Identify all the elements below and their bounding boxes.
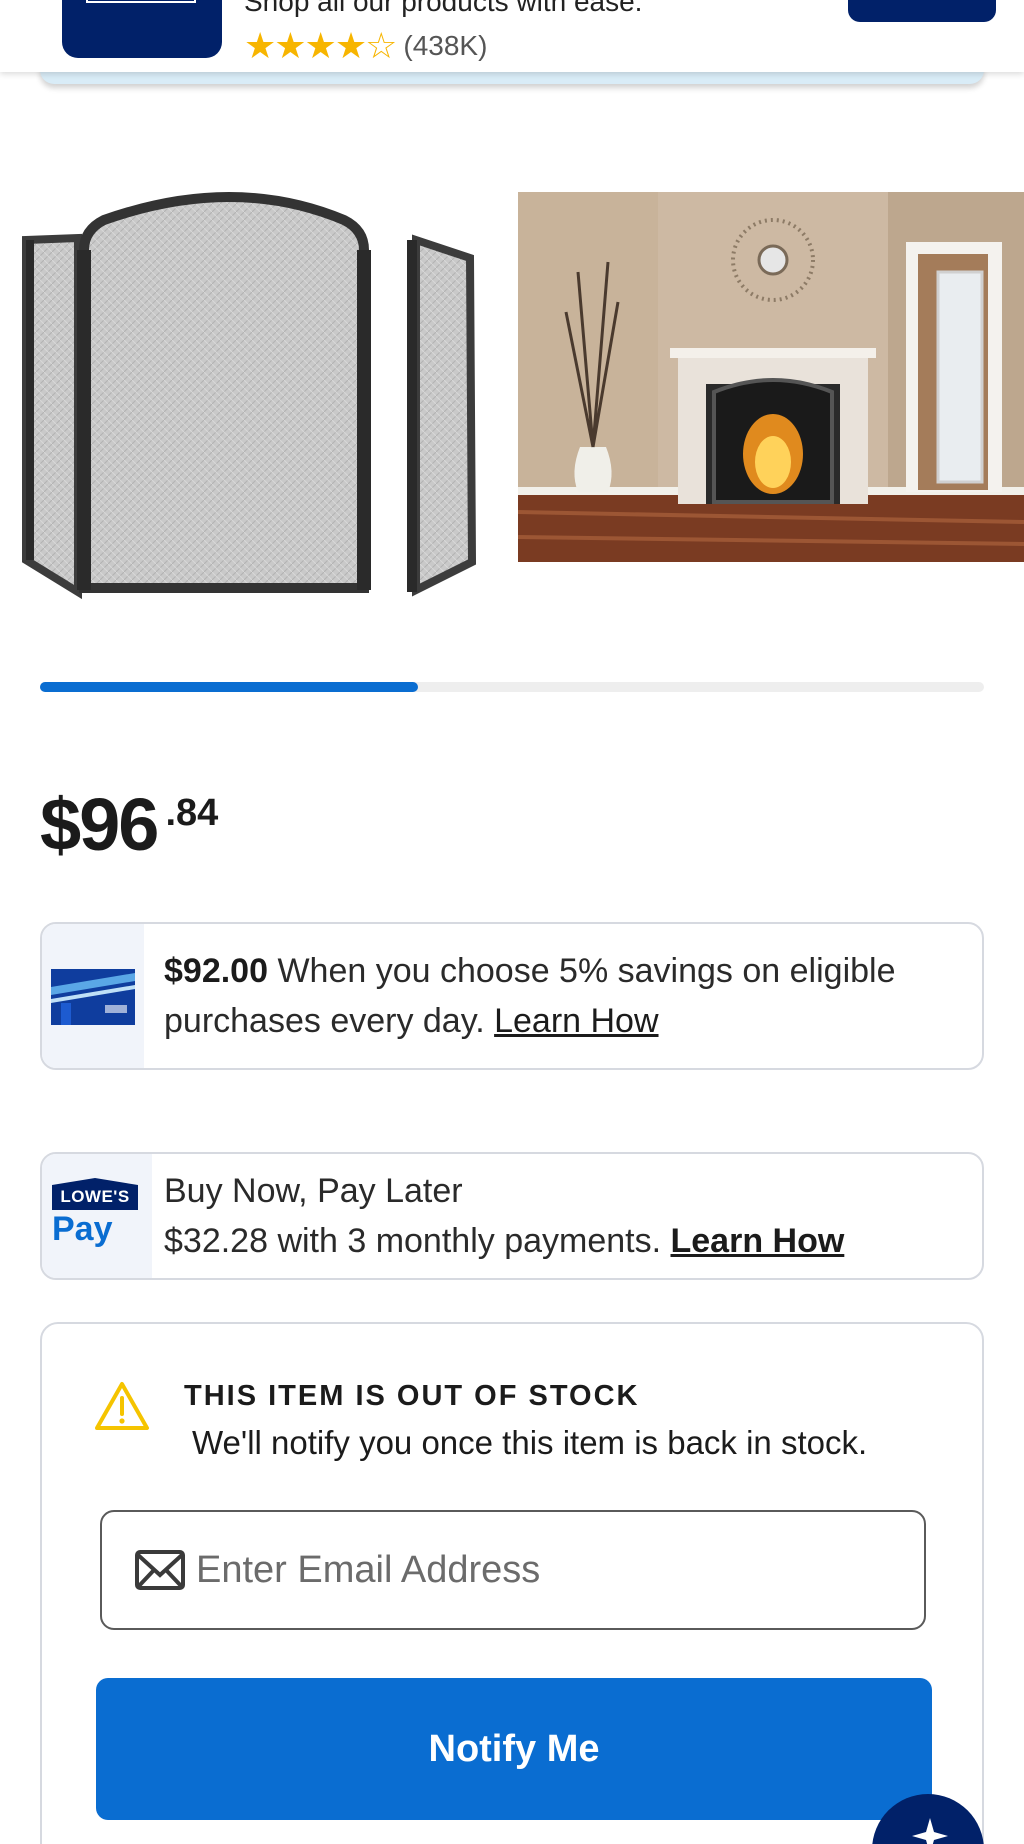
rewards-card-panel bbox=[42, 924, 144, 1068]
pay-later-title: Buy Now, Pay Later bbox=[164, 1172, 463, 1210]
rewards-savings-offer: $92.00 When you choose 5% savings on eli… bbox=[40, 922, 984, 1070]
lowes-logo-mark bbox=[86, 0, 196, 3]
pay-later-detail: $32.28 with 3 monthly payments. Learn Ho… bbox=[164, 1216, 962, 1266]
open-app-button[interactable] bbox=[848, 0, 996, 22]
email-field[interactable] bbox=[100, 1510, 926, 1630]
lowes-logo-text: LOWE'S bbox=[52, 1178, 138, 1210]
rating-count: (438K) bbox=[403, 30, 488, 61]
sparkle-icon bbox=[912, 1818, 948, 1844]
price-dollars: $96 bbox=[40, 783, 159, 866]
lowes-app-icon[interactable] bbox=[62, 0, 222, 58]
pay-later-amount: $32.28 with 3 monthly payments. bbox=[164, 1222, 671, 1260]
pay-later-learn-how-link[interactable]: Learn How bbox=[671, 1222, 845, 1260]
product-image-room-scene[interactable] bbox=[518, 192, 1024, 562]
gallery-progress-indicator bbox=[40, 682, 418, 692]
banner-subtitle: Shop all our products with ease. bbox=[244, 0, 643, 17]
out-of-stock-message: We'll notify you once this item is back … bbox=[192, 1424, 868, 1461]
email-input[interactable] bbox=[196, 1548, 876, 1592]
mail-icon bbox=[135, 1550, 185, 1590]
product-image-fireplace-screen[interactable] bbox=[20, 180, 480, 600]
rating-stars-icon: ★★★★☆ bbox=[244, 25, 397, 66]
app-rating: ★★★★☆ (438K) bbox=[244, 28, 487, 64]
notify-me-button[interactable]: Notify Me bbox=[96, 1678, 932, 1820]
lowes-pay-panel: LOWE'S Pay bbox=[42, 1154, 152, 1278]
product-price: $96 .84 bbox=[40, 788, 218, 862]
lowes-pay-logo: LOWE'S Pay bbox=[52, 1178, 138, 1248]
mylowes-rewards-card-icon bbox=[51, 969, 135, 1025]
pay-logo-text: Pay bbox=[52, 1210, 113, 1248]
pay-later-text: Buy Now, Pay Later $32.28 with 3 monthly… bbox=[164, 1166, 962, 1266]
buy-now-pay-later-offer: LOWE'S Pay Buy Now, Pay Later $32.28 wit… bbox=[40, 1152, 984, 1280]
price-cents: .84 bbox=[165, 792, 219, 834]
out-of-stock-title: THIS ITEM IS OUT OF STOCK bbox=[184, 1380, 640, 1412]
out-of-stock-notify-card: THIS ITEM IS OUT OF STOCK We'll notify y… bbox=[40, 1322, 984, 1844]
rewards-learn-how-link[interactable]: Learn How bbox=[494, 1002, 658, 1040]
gallery-progress-track[interactable] bbox=[40, 682, 984, 692]
app-install-banner: Shop all our products with ease. ★★★★☆ (… bbox=[0, 0, 1024, 72]
rewards-price: $92.00 bbox=[164, 952, 268, 990]
rewards-offer-text: $92.00 When you choose 5% savings on eli… bbox=[164, 946, 962, 1046]
warning-icon bbox=[95, 1382, 149, 1430]
product-image-gallery[interactable] bbox=[0, 180, 1024, 600]
